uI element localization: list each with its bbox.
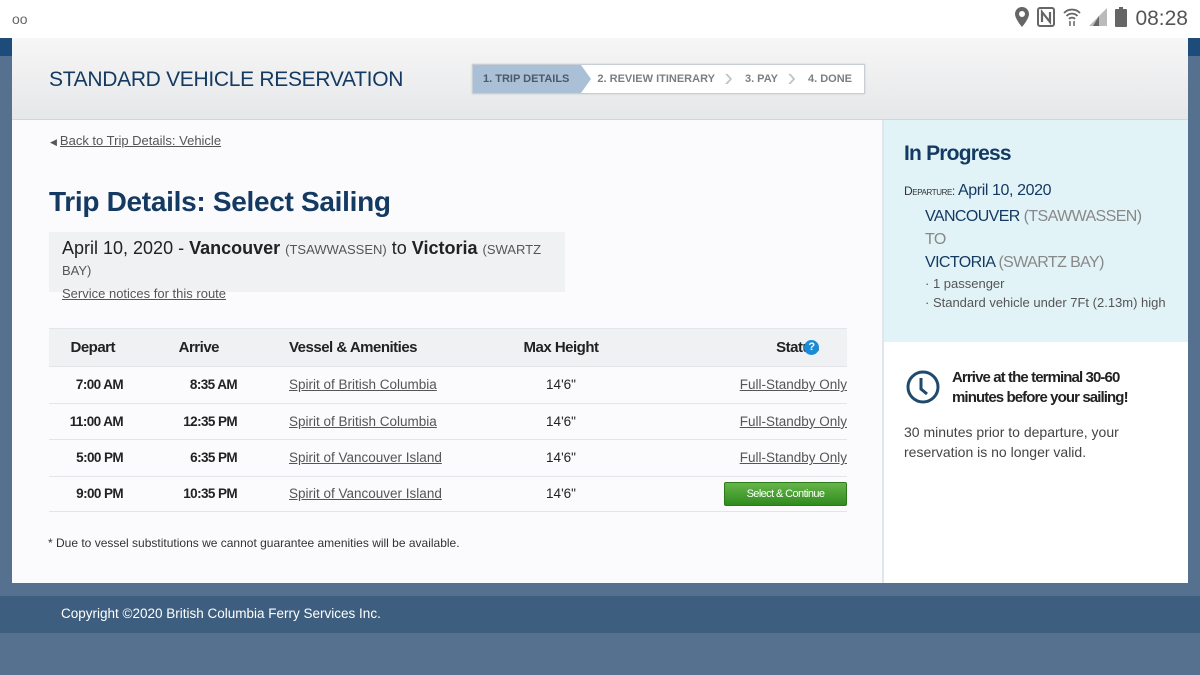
max-height: 14'6" [546,486,576,502]
page-edge-right [1188,38,1200,56]
arrive-time: 6:35 PM [190,450,237,466]
status-icons: 08:28 [1015,6,1188,32]
location-icon [1015,6,1030,32]
departure-label: Departure: [904,184,955,198]
sailings-table: Depart Arrive Vessel & Amenities Max Hei… [49,328,847,512]
status-bar: oo 08:28 [0,0,1200,38]
table-row: 9:00 PM 10:35 PM Spirit of Vancouver Isl… [49,475,847,512]
step-trip-details: 1. TRIP DETAILS [473,65,592,93]
reservation-title: STANDARD VEHICLE RESERVATION [49,68,404,91]
sidebar-to-word: TO [925,231,946,248]
sidebar-to-terminal: (SWARTZ BAY) [998,254,1104,271]
status-link[interactable]: Full-Standby Only [740,377,847,392]
back-arrow-icon: ◀ [50,137,57,147]
max-height: 14'6" [546,413,576,429]
main-content: ◀ Back to Trip Details: Vehicle Trip Deta… [12,120,882,583]
step-done: 4. DONE [807,73,852,85]
max-height: 14'6" [546,377,576,393]
arrive-title: Arrive at the terminal 30-60 minutes bef… [952,369,1129,406]
table-row: 7:00 AM 8:35 AM Spirit of British Columb… [49,366,847,403]
vessel-link[interactable]: Spirit of Vancouver Island [289,450,442,465]
amenities-footnote: * Due to vessel substitutions we cannot … [48,536,460,550]
table-header: Depart Arrive Vessel & Amenities Max Hei… [49,328,847,366]
passenger-count: · 1 passenger [925,276,1005,291]
route-to-word: to [391,238,407,258]
select-continue-button[interactable]: Select & Continue [724,481,847,506]
clock-time: 08:28 [1135,7,1188,30]
vessel-link[interactable]: Spirit of British Columbia [289,414,437,429]
sidebar: In Progress Departure: April 10, 2020 VA… [882,120,1188,583]
status-link[interactable]: Full-Standby Only [740,450,847,465]
help-icon[interactable]: ? [804,340,819,355]
header-depart: Depart [70,339,115,356]
route-date: April 10, 2020 - [62,238,185,258]
sidebar-to: VICTORIA (SWARTZ BAY) [925,251,1168,274]
arrive-time: 12:35 PM [183,413,237,429]
in-progress-panel: In Progress Departure: April 10, 2020 VA… [884,120,1188,342]
sidebar-from-terminal: (TSAWWASSEN) [1023,208,1142,225]
page-title: Trip Details: Select Sailing [49,186,391,217]
clock-icon [906,370,940,404]
departure-date: April 10, 2020 [958,182,1052,199]
table-row: 11:00 AM 12:35 PM Spirit of British Colu… [49,402,847,440]
step-pay: 3. PAY [727,63,796,93]
route-line: April 10, 2020 - Vancouver (TSAWWASSEN) … [62,238,552,280]
step-review-itinerary: 2. REVIEW ITINERARY [581,63,732,93]
route-from-terminal: (TSAWWASSEN) [285,242,387,257]
page-header: STANDARD VEHICLE RESERVATION 1. TRIP DET… [12,38,1188,120]
back-link-label: Back to Trip Details: Vehicle [59,133,222,148]
route-from-city: Vancouver [189,238,281,258]
arrive-time: 8:35 AM [189,377,238,393]
footer: Copyright ©2020 British Columbia Ferry S… [0,596,1200,633]
max-height: 14'6" [546,450,576,466]
depart-time: 11:00 AM [69,413,124,429]
reservation-page: STANDARD VEHICLE RESERVATION 1. TRIP DET… [12,38,1188,583]
wifi-icon [1063,7,1082,32]
copyright: Copyright ©2020 British Columbia Ferry S… [61,606,381,621]
header-arrive: Arrive [178,339,220,356]
nfc-icon [1037,6,1056,32]
header-vessel: Vessel & Amenities [289,339,418,356]
depart-time: 5:00 PM [76,450,123,466]
page-edge-left [0,38,12,56]
table-row: 5:00 PM 6:35 PM Spirit of Vancouver Isla… [49,439,847,476]
departure-line: Departure: April 10, 2020 [904,182,1168,200]
route-to-city: Victoria [411,238,478,258]
service-notices-link[interactable]: Service notices for this route [62,286,552,301]
depart-time: 7:00 AM [75,377,124,393]
in-progress-title: In Progress [904,142,1012,165]
vessel-link[interactable]: Spirit of British Columbia [289,377,437,392]
arrive-time: 10:35 PM [183,486,237,502]
route-summary: April 10, 2020 - Vancouver (TSAWWASSEN) … [49,232,565,301]
depart-time: 9:00 PM [76,486,123,502]
voicemail-icon: oo [12,11,28,27]
sidebar-route: VANCOUVER (TSAWWASSEN) TO VICTORIA (SWAR… [925,205,1168,312]
vehicle-type: · Standard vehicle under 7Ft (2.13m) hig… [925,295,1166,310]
back-link[interactable]: ◀ Back to Trip Details: Vehicle [50,133,221,148]
progress-steps: 1. TRIP DETAILS 2. REVIEW ITINERARY 3. P… [472,63,865,94]
battery-icon [1115,6,1128,32]
sidebar-from: VANCOUVER (TSAWWASSEN) [925,205,1168,228]
vessel-link[interactable]: Spirit of Vancouver Island [289,486,442,501]
arrival-notice: Arrive at the terminal 30-60 minutes bef… [884,342,1188,488]
header-max-height: Max Height [523,339,599,356]
signal-icon [1089,7,1108,31]
sidebar-to-city: VICTORIA [925,254,995,271]
sidebar-from-city: VANCOUVER [925,208,1020,225]
status-link[interactable]: Full-Standby Only [740,414,847,429]
arrive-text: 30 minutes prior to departure, your rese… [904,424,1119,460]
